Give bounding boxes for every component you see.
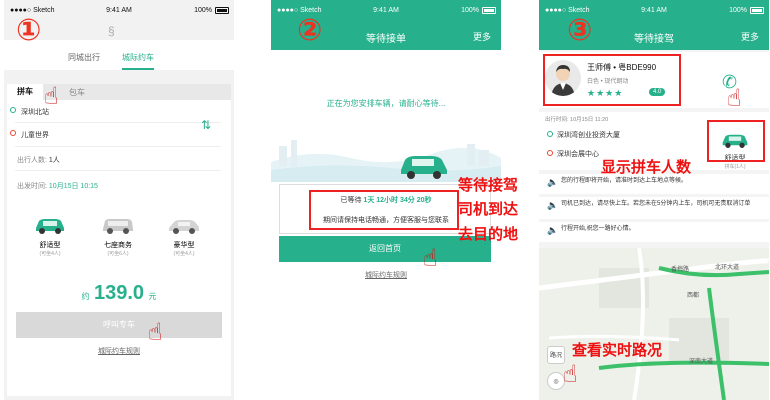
tab-charter[interactable]: 包车 <box>69 87 85 98</box>
more-button[interactable]: 更多 <box>741 30 759 43</box>
car-name: 舒适型 <box>39 242 61 249</box>
car-name: 七座商务 <box>104 242 132 249</box>
rules-link[interactable]: 城际约车规则 <box>271 270 501 280</box>
to-field[interactable]: 儿童世界 <box>10 130 49 140</box>
tab-carpool[interactable]: 拼车 <box>7 84 43 100</box>
ride-type-tabs: 拼车 包车 <box>7 84 231 100</box>
tab-intercity[interactable]: 城际约车 <box>122 52 154 70</box>
waiting-message: 正在为您安排车辆，请耐心等待... <box>326 99 446 108</box>
map-road-label: 北环大道 <box>715 265 740 271</box>
car-capacity: (可坐6人) <box>107 251 129 257</box>
passengers-row[interactable]: 出行人数: 1人 <box>17 155 60 165</box>
screen-booking: ●●●●○ Sketch 9:41 AM 100% 同城出行 城际约车 § ① … <box>4 0 234 400</box>
annotation-waiting-pickup: 等待接驾 <box>458 176 519 194</box>
screen-waiting-pickup: ●●●●○ Sketch 9:41 AM 100% 等待接驾 更多 ③ 王师傅 … <box>539 0 769 400</box>
tab-city-ride[interactable]: 同城出行 <box>68 52 100 63</box>
swap-icon[interactable]: ⇅ <box>201 118 211 132</box>
highlight-box <box>309 190 459 230</box>
notice-driver-arrived: 🔈 司机已到达，请尽快上车。若您未在5分钟内上车，司机可无责取消订单 <box>539 197 769 219</box>
speaker-icon: 🔈 <box>547 200 559 210</box>
annotation-realtime-traffic: 查看实时路况 <box>572 341 663 359</box>
trip-time: 出行时间: 10月15日 11:20 <box>545 117 609 123</box>
carpool-count: 拼车(1人) <box>724 164 746 170</box>
pointer-hand-icon: ☝ <box>727 85 742 112</box>
pointer-hand-icon: ☝ <box>563 361 578 388</box>
battery-icon <box>750 7 764 14</box>
notice-trip-start: 🔈 行程开始,祝您一路好心情。 <box>539 222 769 242</box>
pointer-hand-icon: ☝ <box>423 245 438 272</box>
rules-link[interactable]: 城际约车规则 <box>7 346 231 356</box>
step-number-2: ② <box>297 13 323 48</box>
departure-time-row[interactable]: 出发时间: 10月15日 10:15 <box>17 181 98 191</box>
trip-destination: 深圳会展中心 <box>557 151 599 158</box>
annotation-driver-arrived: 司机到达 <box>458 200 519 218</box>
origin-dot-icon <box>10 107 16 113</box>
pointer-hand-icon: ☝ <box>44 83 59 110</box>
call-car-button[interactable]: 呼叫专车 <box>16 312 222 338</box>
map-road-label: 西都 <box>687 293 700 299</box>
app-logo-icon: § <box>108 24 115 38</box>
step-number-3: ③ <box>567 13 593 48</box>
business-car-icon[interactable] <box>101 216 135 234</box>
destination-dot-icon <box>547 150 553 156</box>
map-road-label: 深南大道 <box>689 359 714 365</box>
comfort-car-icon[interactable] <box>33 216 67 234</box>
city-skyline-illustration <box>271 140 501 182</box>
battery-text: 100% <box>194 7 212 14</box>
pointer-hand-icon: ☝ <box>148 319 163 346</box>
price-estimate: 约 139.0 元 <box>81 282 157 304</box>
notice-pickup: 🔈 您的行程即将开始，请准时到达上车地点等候。 <box>539 174 769 194</box>
battery-icon <box>482 7 496 14</box>
trip-origin: 深圳湾创业投资大厦 <box>557 132 620 139</box>
more-button[interactable]: 更多 <box>473 30 491 43</box>
price-value: 139.0 <box>93 282 145 304</box>
annotation-destination: 去目的地 <box>458 225 519 243</box>
step-number-1: ① <box>16 13 42 48</box>
highlight-box <box>543 54 681 106</box>
booking-card: 拼车 包车 深圳北站 儿童世界 ⇅ 出行人数: 1人 出发时间: 10月15日 … <box>7 84 231 396</box>
destination-dot-icon <box>10 130 16 136</box>
car-capacity: (可坐4人) <box>173 251 195 257</box>
map-road-label: 香梅路 <box>671 267 690 273</box>
origin-dot-icon <box>547 131 553 137</box>
car-name: 豪华型 <box>173 242 195 249</box>
luxury-car-icon[interactable] <box>167 216 201 234</box>
battery-icon <box>215 7 229 14</box>
speaker-icon: 🔈 <box>547 225 559 235</box>
car-capacity: (可坐4人) <box>39 251 61 257</box>
tutorial-composite: ●●●●○ Sketch 9:41 AM 100% 同城出行 城际约车 § ① … <box>0 0 770 400</box>
annotation-show-count: 显示拼车人数 <box>601 158 692 176</box>
highlight-box <box>707 120 765 162</box>
speaker-icon: 🔈 <box>547 177 559 187</box>
